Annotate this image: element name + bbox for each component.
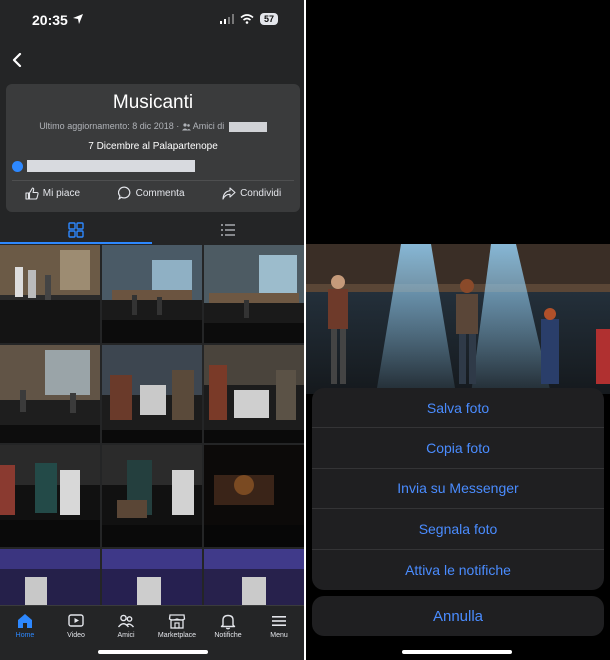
- photo-thumbnail[interactable]: [0, 549, 100, 605]
- view-tabs: [0, 216, 304, 244]
- album-updated: Ultimo aggiornamento: 8 dic 2018 ·: [39, 121, 182, 131]
- stage-photo: [306, 244, 610, 394]
- nav-label: Marketplace: [157, 632, 197, 639]
- photo-thumbnail[interactable]: [102, 549, 202, 605]
- photo-thumbnail[interactable]: [0, 245, 100, 343]
- chevron-left-icon: [12, 53, 22, 67]
- photo-thumbnail[interactable]: [204, 445, 304, 547]
- nav-notifications[interactable]: Notifiche: [203, 612, 253, 639]
- photo-thumbnail[interactable]: [102, 345, 202, 443]
- redacted-name: [228, 121, 267, 132]
- like-label: Mi piace: [42, 187, 81, 199]
- thumbs-up-icon: [25, 186, 39, 200]
- home-indicator: [98, 650, 208, 654]
- photo-thumbnail[interactable]: [204, 549, 304, 605]
- friends-icon: [117, 614, 135, 628]
- cancel-button[interactable]: Annulla: [312, 596, 604, 636]
- friends-icon: [181, 123, 191, 131]
- nav-label: Video: [67, 632, 85, 639]
- save-photo-button[interactable]: Salva foto: [312, 388, 604, 429]
- comment-label: Commenta: [135, 187, 185, 199]
- enable-notifications-button[interactable]: Attiva le notifiche: [312, 550, 604, 590]
- wifi-icon: [240, 14, 254, 24]
- nav-label: Menu: [270, 632, 288, 639]
- photo-thumbnail[interactable]: [204, 245, 304, 343]
- album-actions: Mi piace Commenta Condividi: [6, 186, 300, 200]
- status-time: 20:35: [32, 12, 68, 28]
- photo-thumbnail[interactable]: [204, 345, 304, 443]
- bell-icon: [220, 614, 236, 630]
- list-view-icon[interactable]: [220, 222, 236, 238]
- status-indicators: 57: [219, 13, 278, 25]
- back-button[interactable]: [8, 50, 26, 70]
- photo-thumbnail[interactable]: [102, 445, 202, 547]
- nav-menu[interactable]: Menu: [254, 612, 304, 639]
- marketplace-icon: [168, 614, 186, 629]
- album-header: Musicanti Ultimo aggiornamento: 8 dic 20…: [6, 84, 300, 212]
- nav-marketplace[interactable]: Marketplace: [152, 612, 202, 639]
- nav-friends[interactable]: Amici: [101, 612, 151, 639]
- album-audience: Amici di: [192, 121, 225, 131]
- home-icon: [18, 614, 32, 628]
- nav-home[interactable]: Home: [0, 612, 50, 639]
- grid-view-icon[interactable]: [68, 222, 84, 238]
- share-label: Condividi: [240, 187, 282, 199]
- album-meta: Ultimo aggiornamento: 8 dic 2018 · Amici…: [6, 121, 300, 132]
- menu-icon: [272, 616, 286, 626]
- report-photo-button[interactable]: Segnala foto: [312, 509, 604, 550]
- location-arrow-icon: [73, 14, 83, 24]
- reactions-row[interactable]: [12, 160, 195, 172]
- copy-photo-button[interactable]: Copia foto: [312, 428, 604, 469]
- send-messenger-button[interactable]: Invia su Messenger: [312, 469, 604, 510]
- nav-label: Home: [15, 632, 35, 639]
- photo-action-sheet: Salva foto Copia foto Invia su Messenger…: [312, 388, 604, 590]
- active-tab-indicator: [0, 242, 152, 244]
- photo-thumbnail[interactable]: [0, 345, 100, 443]
- divider: [12, 180, 294, 181]
- photo-viewer-screen: Salva foto Copia foto Invia su Messenger…: [306, 0, 610, 660]
- like-button[interactable]: Mi piace: [25, 186, 80, 200]
- photo-grid: [0, 245, 304, 605]
- photo-thumbnail[interactable]: [0, 445, 100, 547]
- album-title: Musicanti: [112, 92, 194, 113]
- home-indicator: [402, 650, 512, 654]
- album-description: 7 Dicembre al Palapartenope: [88, 141, 218, 152]
- photo-thumbnail[interactable]: [102, 245, 202, 343]
- redacted-reactions: [27, 160, 195, 172]
- nav-video[interactable]: Video: [51, 612, 101, 639]
- status-bar: 20:35 57: [0, 0, 304, 40]
- album-screen: 20:35 57 Musicanti Ultimo aggiornamento:…: [0, 0, 304, 660]
- share-icon: [222, 186, 236, 200]
- video-icon: [68, 614, 84, 627]
- signal-icon: [219, 14, 234, 24]
- battery-indicator: 57: [259, 13, 278, 25]
- comment-icon: [117, 186, 130, 200]
- comment-button[interactable]: Commenta: [117, 186, 185, 200]
- like-reaction-icon: [12, 160, 23, 172]
- nav-label: Amici: [117, 632, 135, 639]
- nav-label: Notifiche: [214, 632, 242, 639]
- share-button[interactable]: Condividi: [222, 186, 281, 200]
